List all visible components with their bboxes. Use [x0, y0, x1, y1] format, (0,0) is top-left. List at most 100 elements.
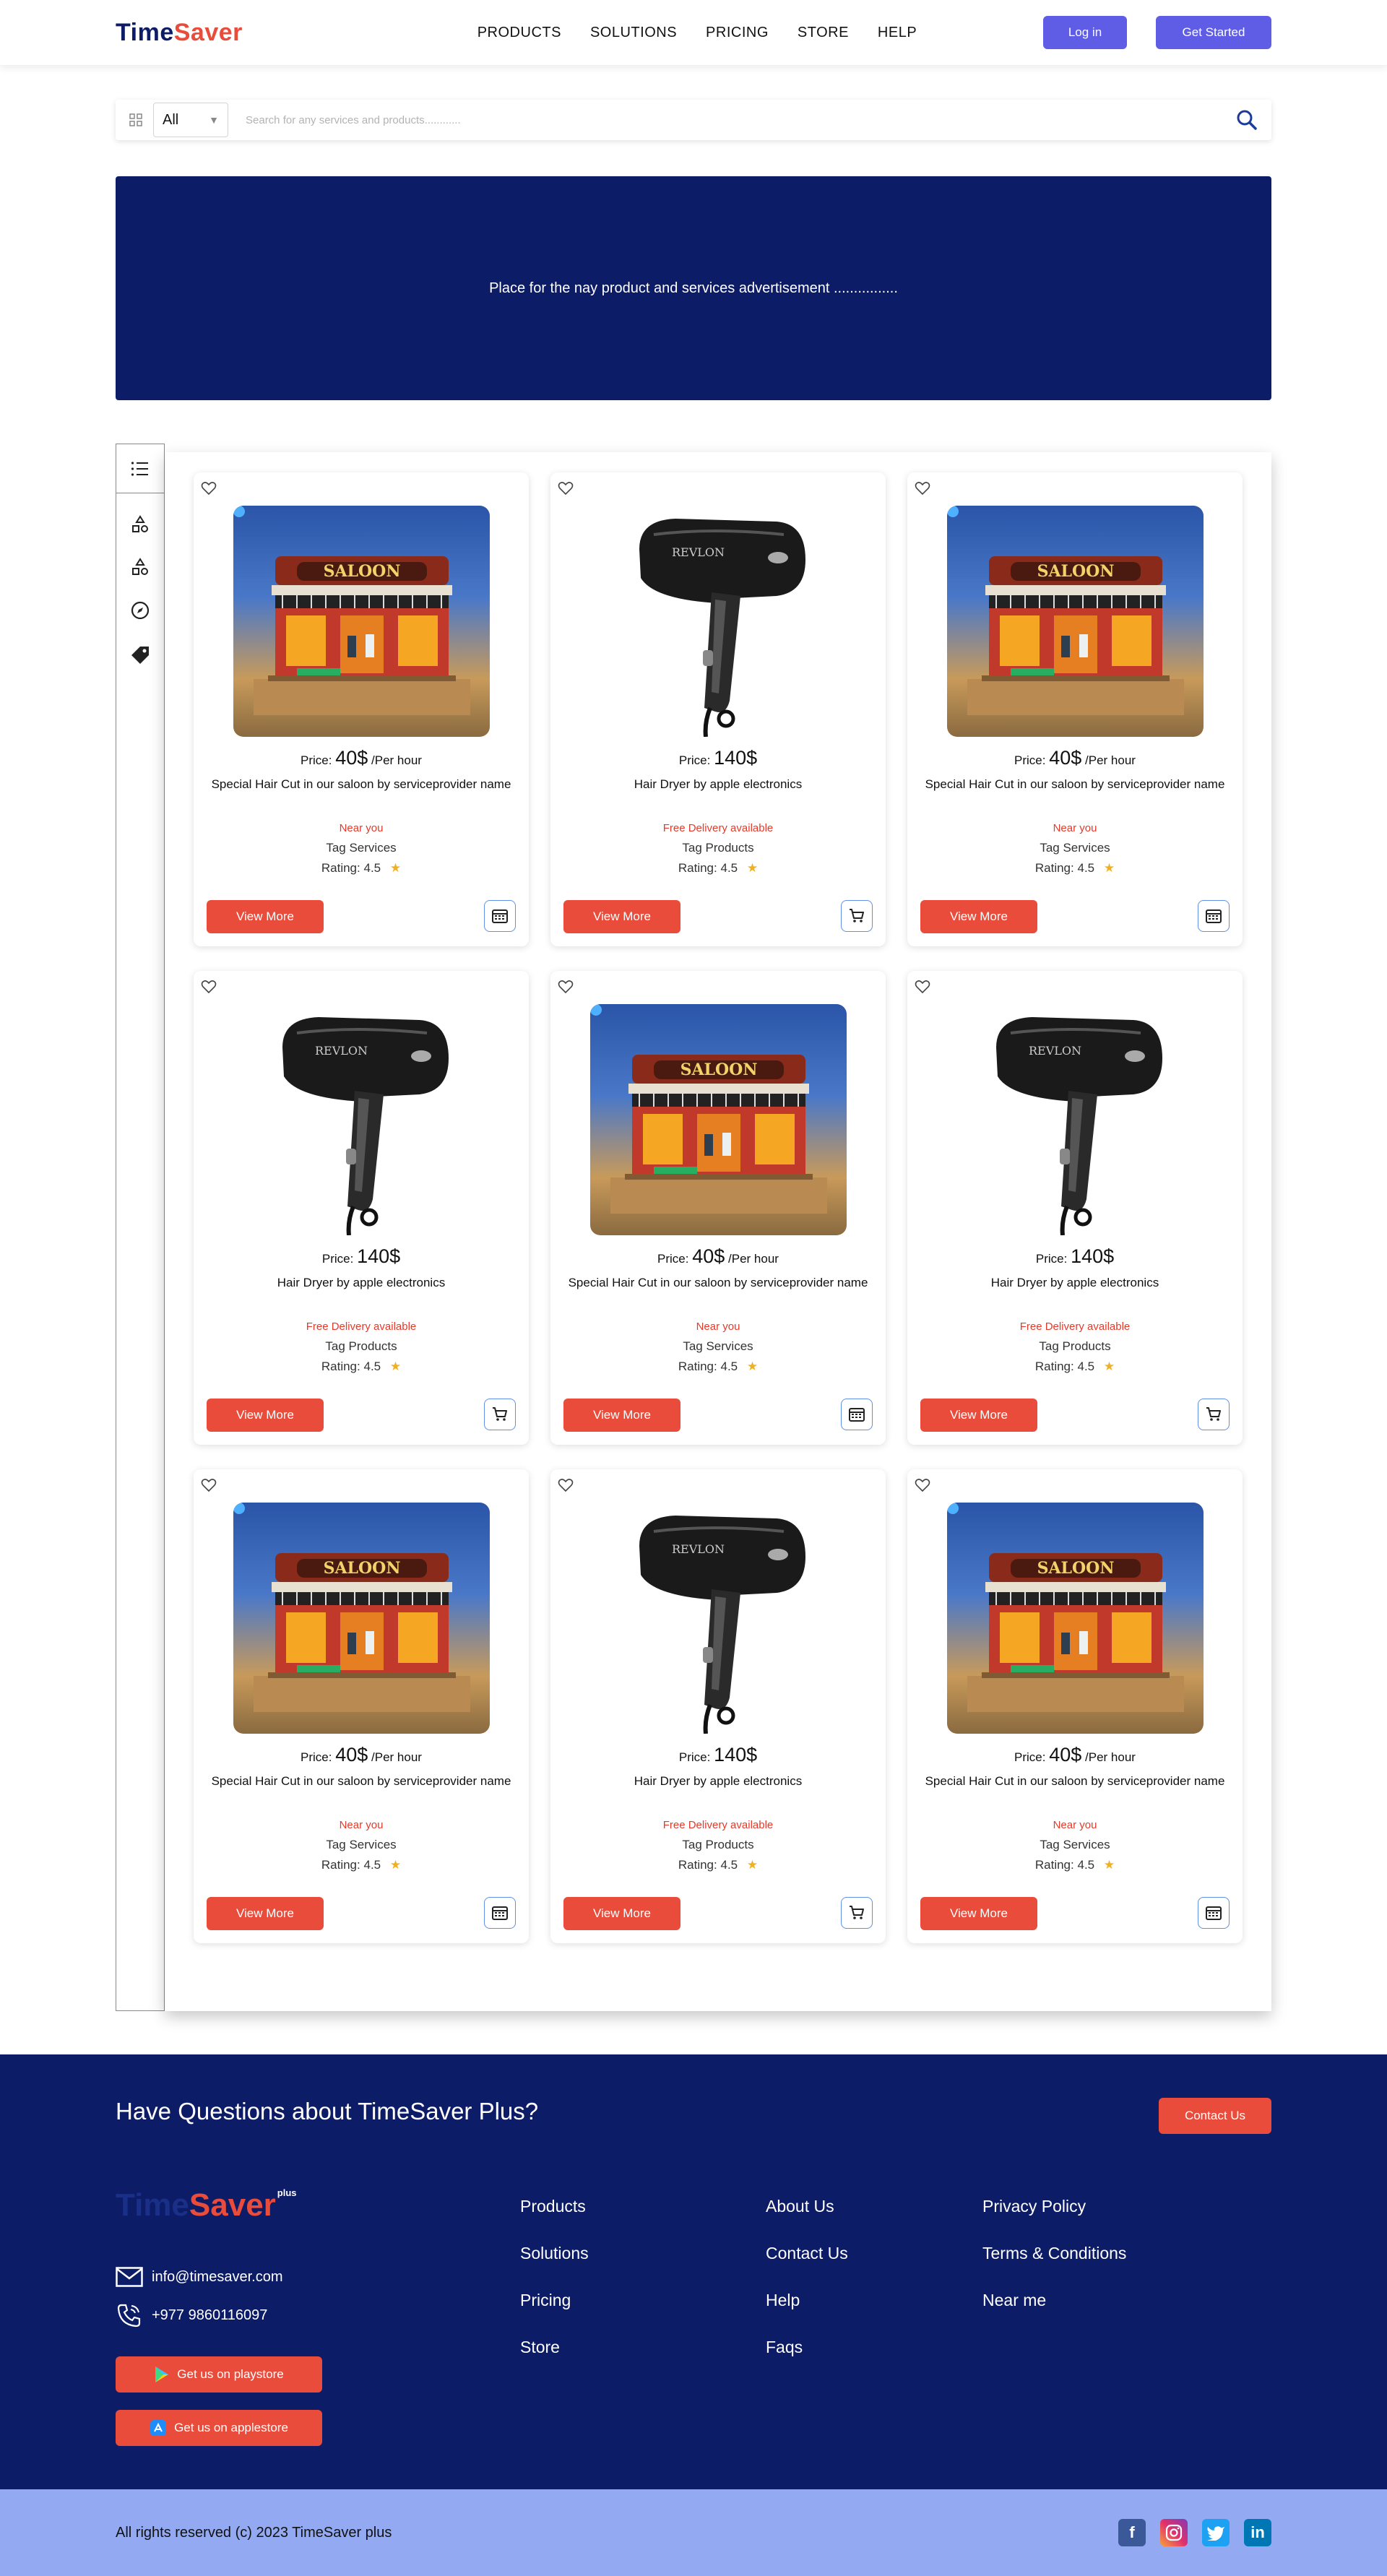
- product-title[interactable]: Special Hair Cut in our saloon by servic…: [201, 776, 522, 793]
- facebook-icon[interactable]: f: [1118, 2519, 1146, 2546]
- search-input[interactable]: [228, 103, 1225, 137]
- calendar-icon[interactable]: [484, 900, 516, 932]
- price-amount: 40$: [1049, 747, 1082, 769]
- view-more-button[interactable]: View More: [920, 900, 1037, 933]
- footer-link-products[interactable]: Products: [520, 2197, 589, 2216]
- view-more-button[interactable]: View More: [920, 1897, 1037, 1930]
- product-card[interactable]: REVLON Price: 140$ Hair Dryer by apple e…: [550, 1469, 886, 1943]
- calendar-icon[interactable]: [1198, 900, 1230, 932]
- linkedin-icon[interactable]: in: [1244, 2519, 1271, 2546]
- heart-icon[interactable]: [201, 1478, 217, 1496]
- email-contact[interactable]: info@timesaver.com: [116, 2267, 282, 2287]
- footer-link-about-us[interactable]: About Us: [766, 2197, 848, 2216]
- product-image[interactable]: SALOON: [590, 1004, 847, 1235]
- heart-icon[interactable]: [558, 481, 574, 499]
- product-card[interactable]: SALOON Price: 40$ /Per hour Special Hair…: [907, 1469, 1243, 1943]
- product-card[interactable]: REVLON Price: 140$ Hair Dryer by apple e…: [550, 472, 886, 946]
- twitter-icon[interactable]: [1202, 2519, 1230, 2546]
- phone-contact[interactable]: +977 9860116097: [116, 2303, 267, 2328]
- nav-pricing[interactable]: PRICING: [706, 25, 769, 41]
- price-amount: 40$: [335, 747, 368, 769]
- product-title[interactable]: Hair Dryer by apple electronics: [915, 1274, 1235, 1292]
- footer-link-solutions[interactable]: Solutions: [520, 2244, 589, 2262]
- heart-icon[interactable]: [915, 980, 930, 998]
- nav-help[interactable]: HELP: [878, 25, 917, 41]
- cart-icon[interactable]: [841, 900, 873, 932]
- product-title[interactable]: Special Hair Cut in our saloon by servic…: [558, 1274, 878, 1292]
- product-image[interactable]: SALOON: [947, 506, 1204, 737]
- shapes-icon-2[interactable]: [131, 558, 150, 580]
- svg-text:REVLON: REVLON: [1029, 1044, 1081, 1058]
- login-button[interactable]: Log in: [1043, 16, 1127, 49]
- footer-link-store[interactable]: Store: [520, 2338, 589, 2356]
- product-image[interactable]: SALOON: [233, 1503, 490, 1734]
- calendar-icon[interactable]: [484, 1897, 516, 1929]
- instagram-icon[interactable]: [1160, 2519, 1188, 2546]
- cart-icon[interactable]: [484, 1399, 516, 1430]
- compass-icon[interactable]: [130, 600, 150, 624]
- product-image[interactable]: REVLON: [590, 1503, 847, 1734]
- product-image[interactable]: SALOON: [947, 1503, 1204, 1734]
- product-image[interactable]: SALOON: [233, 506, 490, 737]
- product-image[interactable]: REVLON: [233, 1004, 490, 1235]
- footer-link-contact-us[interactable]: Contact Us: [766, 2244, 848, 2262]
- shapes-icon[interactable]: [131, 515, 150, 537]
- contact-us-button[interactable]: Contact Us: [1159, 2098, 1271, 2134]
- list-icon[interactable]: [116, 444, 164, 493]
- heart-icon[interactable]: [558, 1478, 574, 1496]
- footer-link-privacy[interactable]: Privacy Policy: [982, 2197, 1126, 2216]
- product-image[interactable]: REVLON: [590, 506, 847, 737]
- footer-link-help[interactable]: Help: [766, 2291, 848, 2309]
- product-title[interactable]: Special Hair Cut in our saloon by servic…: [915, 1773, 1235, 1790]
- product-title[interactable]: Hair Dryer by apple electronics: [201, 1274, 522, 1292]
- product-card[interactable]: SALOON Price: 40$ /Per hour Special Hair…: [550, 971, 886, 1445]
- advertisement-banner[interactable]: Place for the nay product and services a…: [116, 176, 1271, 400]
- product-card[interactable]: SALOON Price: 40$ /Per hour Special Hair…: [194, 1469, 529, 1943]
- view-more-button[interactable]: View More: [563, 1897, 680, 1930]
- nav-products[interactable]: PRODUCTS: [478, 25, 561, 41]
- applestore-button[interactable]: Get us on applestore: [116, 2410, 322, 2446]
- heart-icon[interactable]: [201, 481, 217, 499]
- grid-icon[interactable]: [118, 103, 153, 137]
- heart-icon[interactable]: [558, 980, 574, 998]
- logo[interactable]: TimeSaver: [116, 19, 243, 47]
- tag-icon[interactable]: [129, 644, 151, 670]
- product-title[interactable]: Special Hair Cut in our saloon by servic…: [915, 776, 1235, 793]
- footer-link-near-me[interactable]: Near me: [982, 2291, 1126, 2309]
- footer-link-terms[interactable]: Terms & Conditions: [982, 2244, 1126, 2262]
- product-title[interactable]: Hair Dryer by apple electronics: [558, 1773, 878, 1790]
- view-more-button[interactable]: View More: [207, 1399, 324, 1432]
- mail-icon: [116, 2267, 143, 2287]
- product-card[interactable]: REVLON Price: 140$ Hair Dryer by apple e…: [907, 971, 1243, 1445]
- nav-solutions[interactable]: SOLUTIONS: [590, 25, 677, 41]
- footer-link-faqs[interactable]: Faqs: [766, 2338, 848, 2356]
- heart-icon[interactable]: [201, 980, 217, 998]
- calendar-icon[interactable]: [841, 1399, 873, 1430]
- cart-icon[interactable]: [1198, 1399, 1230, 1430]
- category-select[interactable]: All ▼: [153, 103, 228, 137]
- view-more-button[interactable]: View More: [563, 900, 680, 933]
- playstore-button[interactable]: Get us on playstore: [116, 2356, 322, 2393]
- cart-icon[interactable]: [841, 1897, 873, 1929]
- product-title[interactable]: Special Hair Cut in our saloon by servic…: [201, 1773, 522, 1790]
- footer-links-col-3: Privacy Policy Terms & Conditions Near m…: [982, 2197, 1126, 2309]
- price-unit: /Per hour: [371, 1750, 422, 1764]
- product-card[interactable]: SALOON Price: 40$ /Per hour Special Hair…: [907, 472, 1243, 946]
- rating-value: 4.5: [363, 1858, 381, 1872]
- product-title[interactable]: Hair Dryer by apple electronics: [558, 776, 878, 793]
- get-started-button[interactable]: Get Started: [1156, 16, 1271, 49]
- nav-store[interactable]: STORE: [798, 25, 849, 41]
- product-card[interactable]: SALOON Price: 40$ /Per hour Special Hair…: [194, 472, 529, 946]
- view-more-button[interactable]: View More: [207, 1897, 324, 1930]
- product-image[interactable]: REVLON: [947, 1004, 1204, 1235]
- footer-logo[interactable]: TimeSaver plus: [116, 2187, 297, 2223]
- view-more-button[interactable]: View More: [920, 1399, 1037, 1432]
- product-card[interactable]: REVLON Price: 140$ Hair Dryer by apple e…: [194, 971, 529, 1445]
- footer-link-pricing[interactable]: Pricing: [520, 2291, 589, 2309]
- view-more-button[interactable]: View More: [207, 900, 324, 933]
- view-more-button[interactable]: View More: [563, 1399, 680, 1432]
- heart-icon[interactable]: [915, 1478, 930, 1496]
- search-icon[interactable]: [1225, 103, 1269, 137]
- calendar-icon[interactable]: [1198, 1897, 1230, 1929]
- heart-icon[interactable]: [915, 481, 930, 499]
